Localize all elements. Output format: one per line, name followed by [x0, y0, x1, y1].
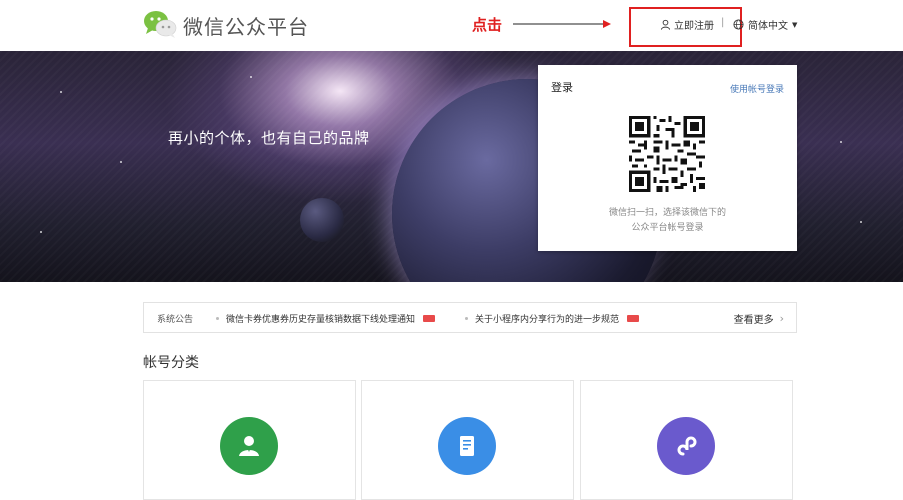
account-types-title: 帐号分类 [143, 355, 199, 371]
caret-down-icon: ▼ [792, 20, 798, 29]
notice-label: 系统公告 [157, 315, 194, 325]
view-more-link[interactable]: 查看更多 › [734, 311, 784, 326]
star-dot [40, 231, 42, 233]
language-label: 简体中文 [748, 21, 788, 32]
notice-item-text: 关于小程序内分享行为的进一步规范 [475, 315, 620, 325]
mini-program-icon [657, 417, 715, 475]
service-account-icon [220, 417, 278, 475]
star-dot [250, 76, 252, 78]
system-notice-bar: 系统公告 微信卡券优惠券历史存量核销数据下线处理通知 关于小程序内分享行为的进一… [143, 302, 797, 333]
star-dot [120, 161, 122, 163]
new-badge-icon [423, 315, 436, 322]
chevron-right-icon: › [779, 312, 784, 325]
language-selector[interactable]: 简体中文 ▼ [733, 17, 797, 32]
account-card-service[interactable] [143, 380, 356, 500]
bullet-icon [216, 317, 219, 320]
annotation-click-label: 点击 [472, 16, 503, 34]
new-badge-icon [627, 315, 640, 322]
subscription-account-icon [438, 417, 496, 475]
user-icon [660, 19, 671, 30]
star-dot [60, 91, 62, 93]
register-label: 立即注册 [674, 21, 714, 32]
account-login-link[interactable]: 使用帐号登录 [730, 82, 784, 95]
top-header: 微信公众平台 点击 立即注册 | 简体中文 ▼ [0, 0, 903, 51]
header-separator: | [721, 17, 725, 28]
qr-code-image [629, 116, 705, 192]
bullet-icon [465, 317, 468, 320]
account-card-subscription[interactable] [361, 380, 574, 500]
login-hint: 公众平台帐号登录 [631, 223, 704, 233]
annotation-arrow-icon [513, 20, 611, 28]
banner-slogan: 再小的个体，也有自己的品牌 [168, 129, 370, 147]
login-title: 登录 [551, 81, 573, 94]
notice-item[interactable]: 微信卡券优惠券历史存量核销数据下线处理通知 [216, 312, 436, 325]
star-dot [840, 141, 842, 143]
account-card-mini-program[interactable] [580, 380, 793, 500]
login-hint: 微信扫一扫，选择该微信下的 [608, 208, 726, 218]
login-panel: 登录 使用帐号登录 微信扫一扫，选择该微信下的 公众平台帐号登录 [538, 65, 797, 251]
brand-title[interactable]: 微信公众平台 [183, 11, 309, 40]
wechat-logo-icon[interactable] [142, 9, 178, 39]
star-dot [860, 221, 862, 223]
notice-item[interactable]: 关于小程序内分享行为的进一步规范 [465, 312, 640, 325]
view-more-label: 查看更多 [733, 315, 774, 326]
globe-icon [733, 19, 744, 30]
register-link[interactable]: 立即注册 [660, 17, 714, 32]
notice-item-text: 微信卡券优惠券历史存量核销数据下线处理通知 [226, 315, 416, 325]
moon-illustration [300, 198, 344, 242]
